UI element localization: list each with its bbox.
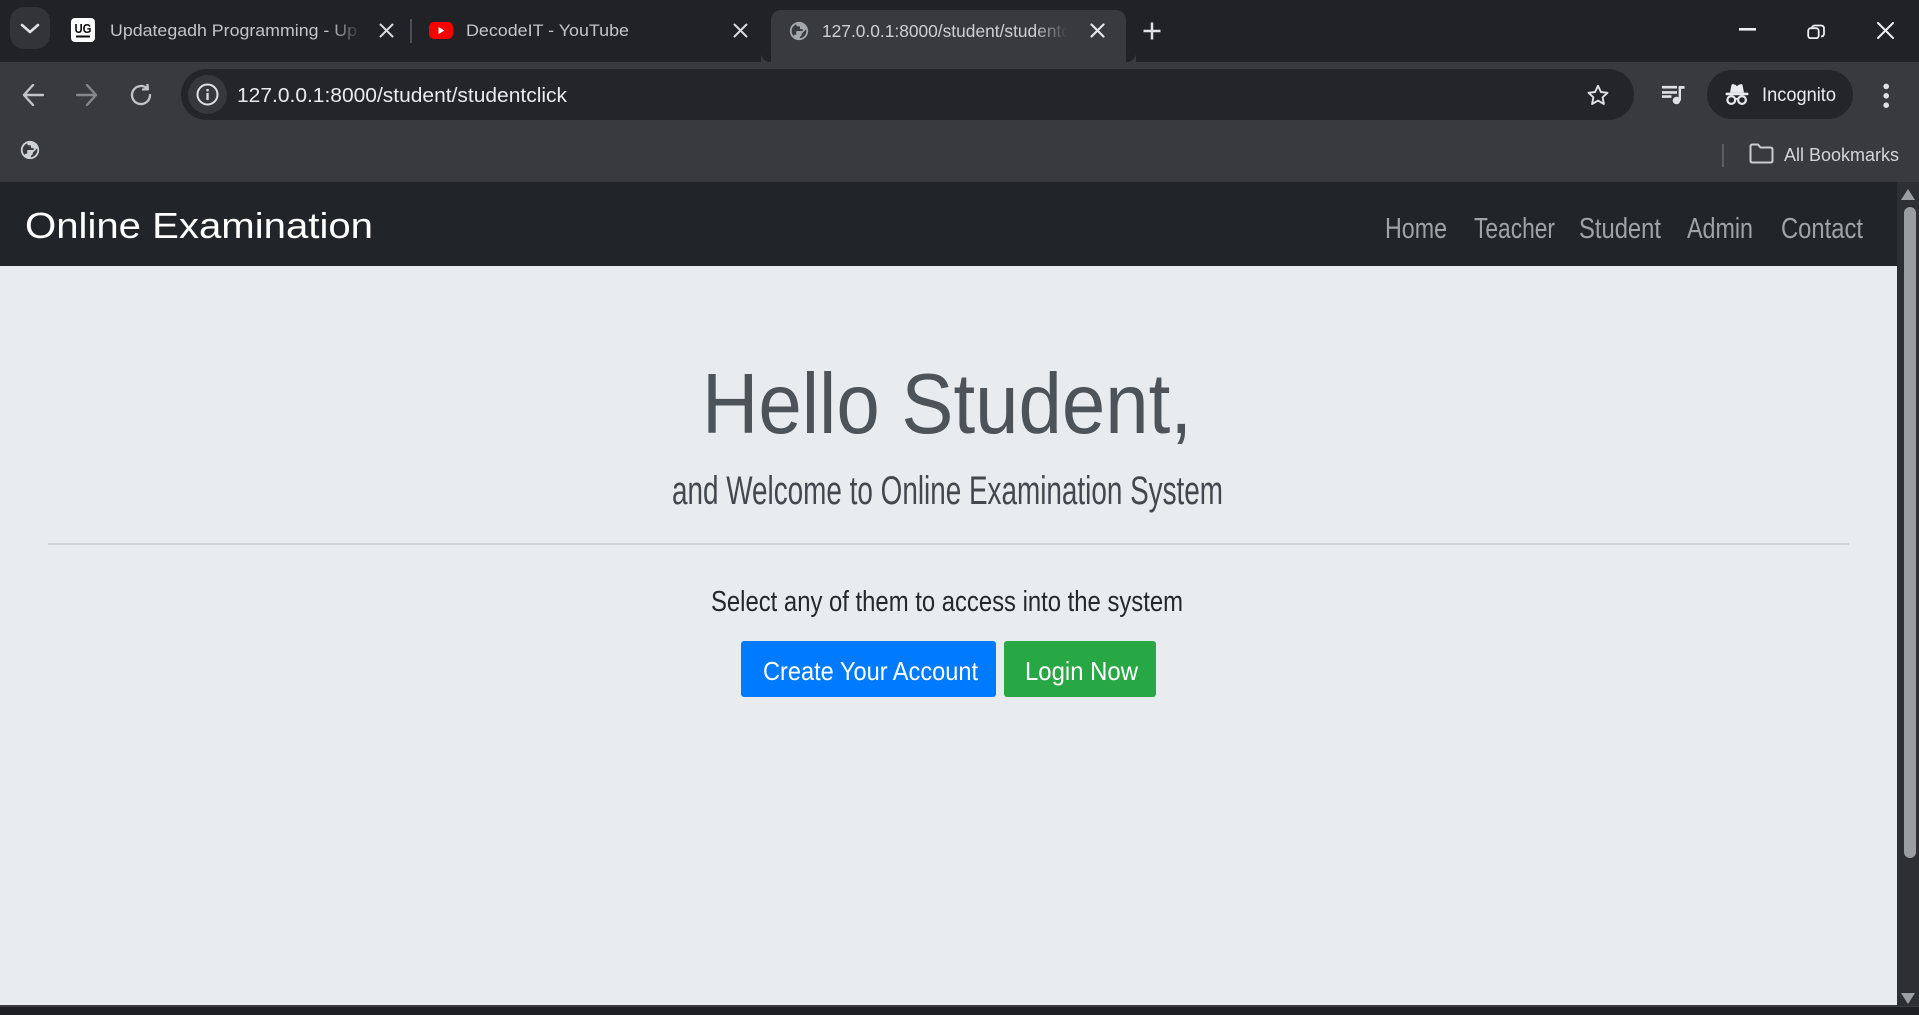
- svg-text:Updategadh Programming - Up: Updategadh Programming - Up: [110, 21, 357, 40]
- svg-text:UG: UG: [75, 21, 92, 36]
- svg-text:and Welcome to Online Examinat: and Welcome to Online Examination System: [672, 469, 1223, 513]
- svg-text:Hello Student,: Hello Student,: [702, 357, 1192, 452]
- svg-text:Contact: Contact: [1781, 213, 1863, 245]
- svg-text:Teacher: Teacher: [1474, 213, 1555, 245]
- svg-text:Create Your Account: Create Your Account: [763, 660, 979, 686]
- svg-text:Admin: Admin: [1687, 213, 1753, 245]
- svg-text:Home: Home: [1385, 213, 1447, 245]
- svg-text:DecodeIT - YouTube: DecodeIT - YouTube: [466, 21, 629, 40]
- svg-text:Student: Student: [1579, 213, 1661, 245]
- svg-text:Incognito: Incognito: [1762, 84, 1836, 106]
- svg-text:127.0.0.1:8000/student/student: 127.0.0.1:8000/student/studentc: [822, 21, 1070, 41]
- svg-text:Online Examination: Online Examination: [25, 205, 373, 246]
- svg-text:127.0.0.1:8000/student/student: 127.0.0.1:8000/student/studentclick: [237, 85, 568, 107]
- svg-text:All Bookmarks: All Bookmarks: [1784, 145, 1899, 165]
- svg-text:Select any of them to access i: Select any of them to access into the sy…: [711, 586, 1183, 618]
- svg-text:Login Now: Login Now: [1025, 660, 1138, 686]
